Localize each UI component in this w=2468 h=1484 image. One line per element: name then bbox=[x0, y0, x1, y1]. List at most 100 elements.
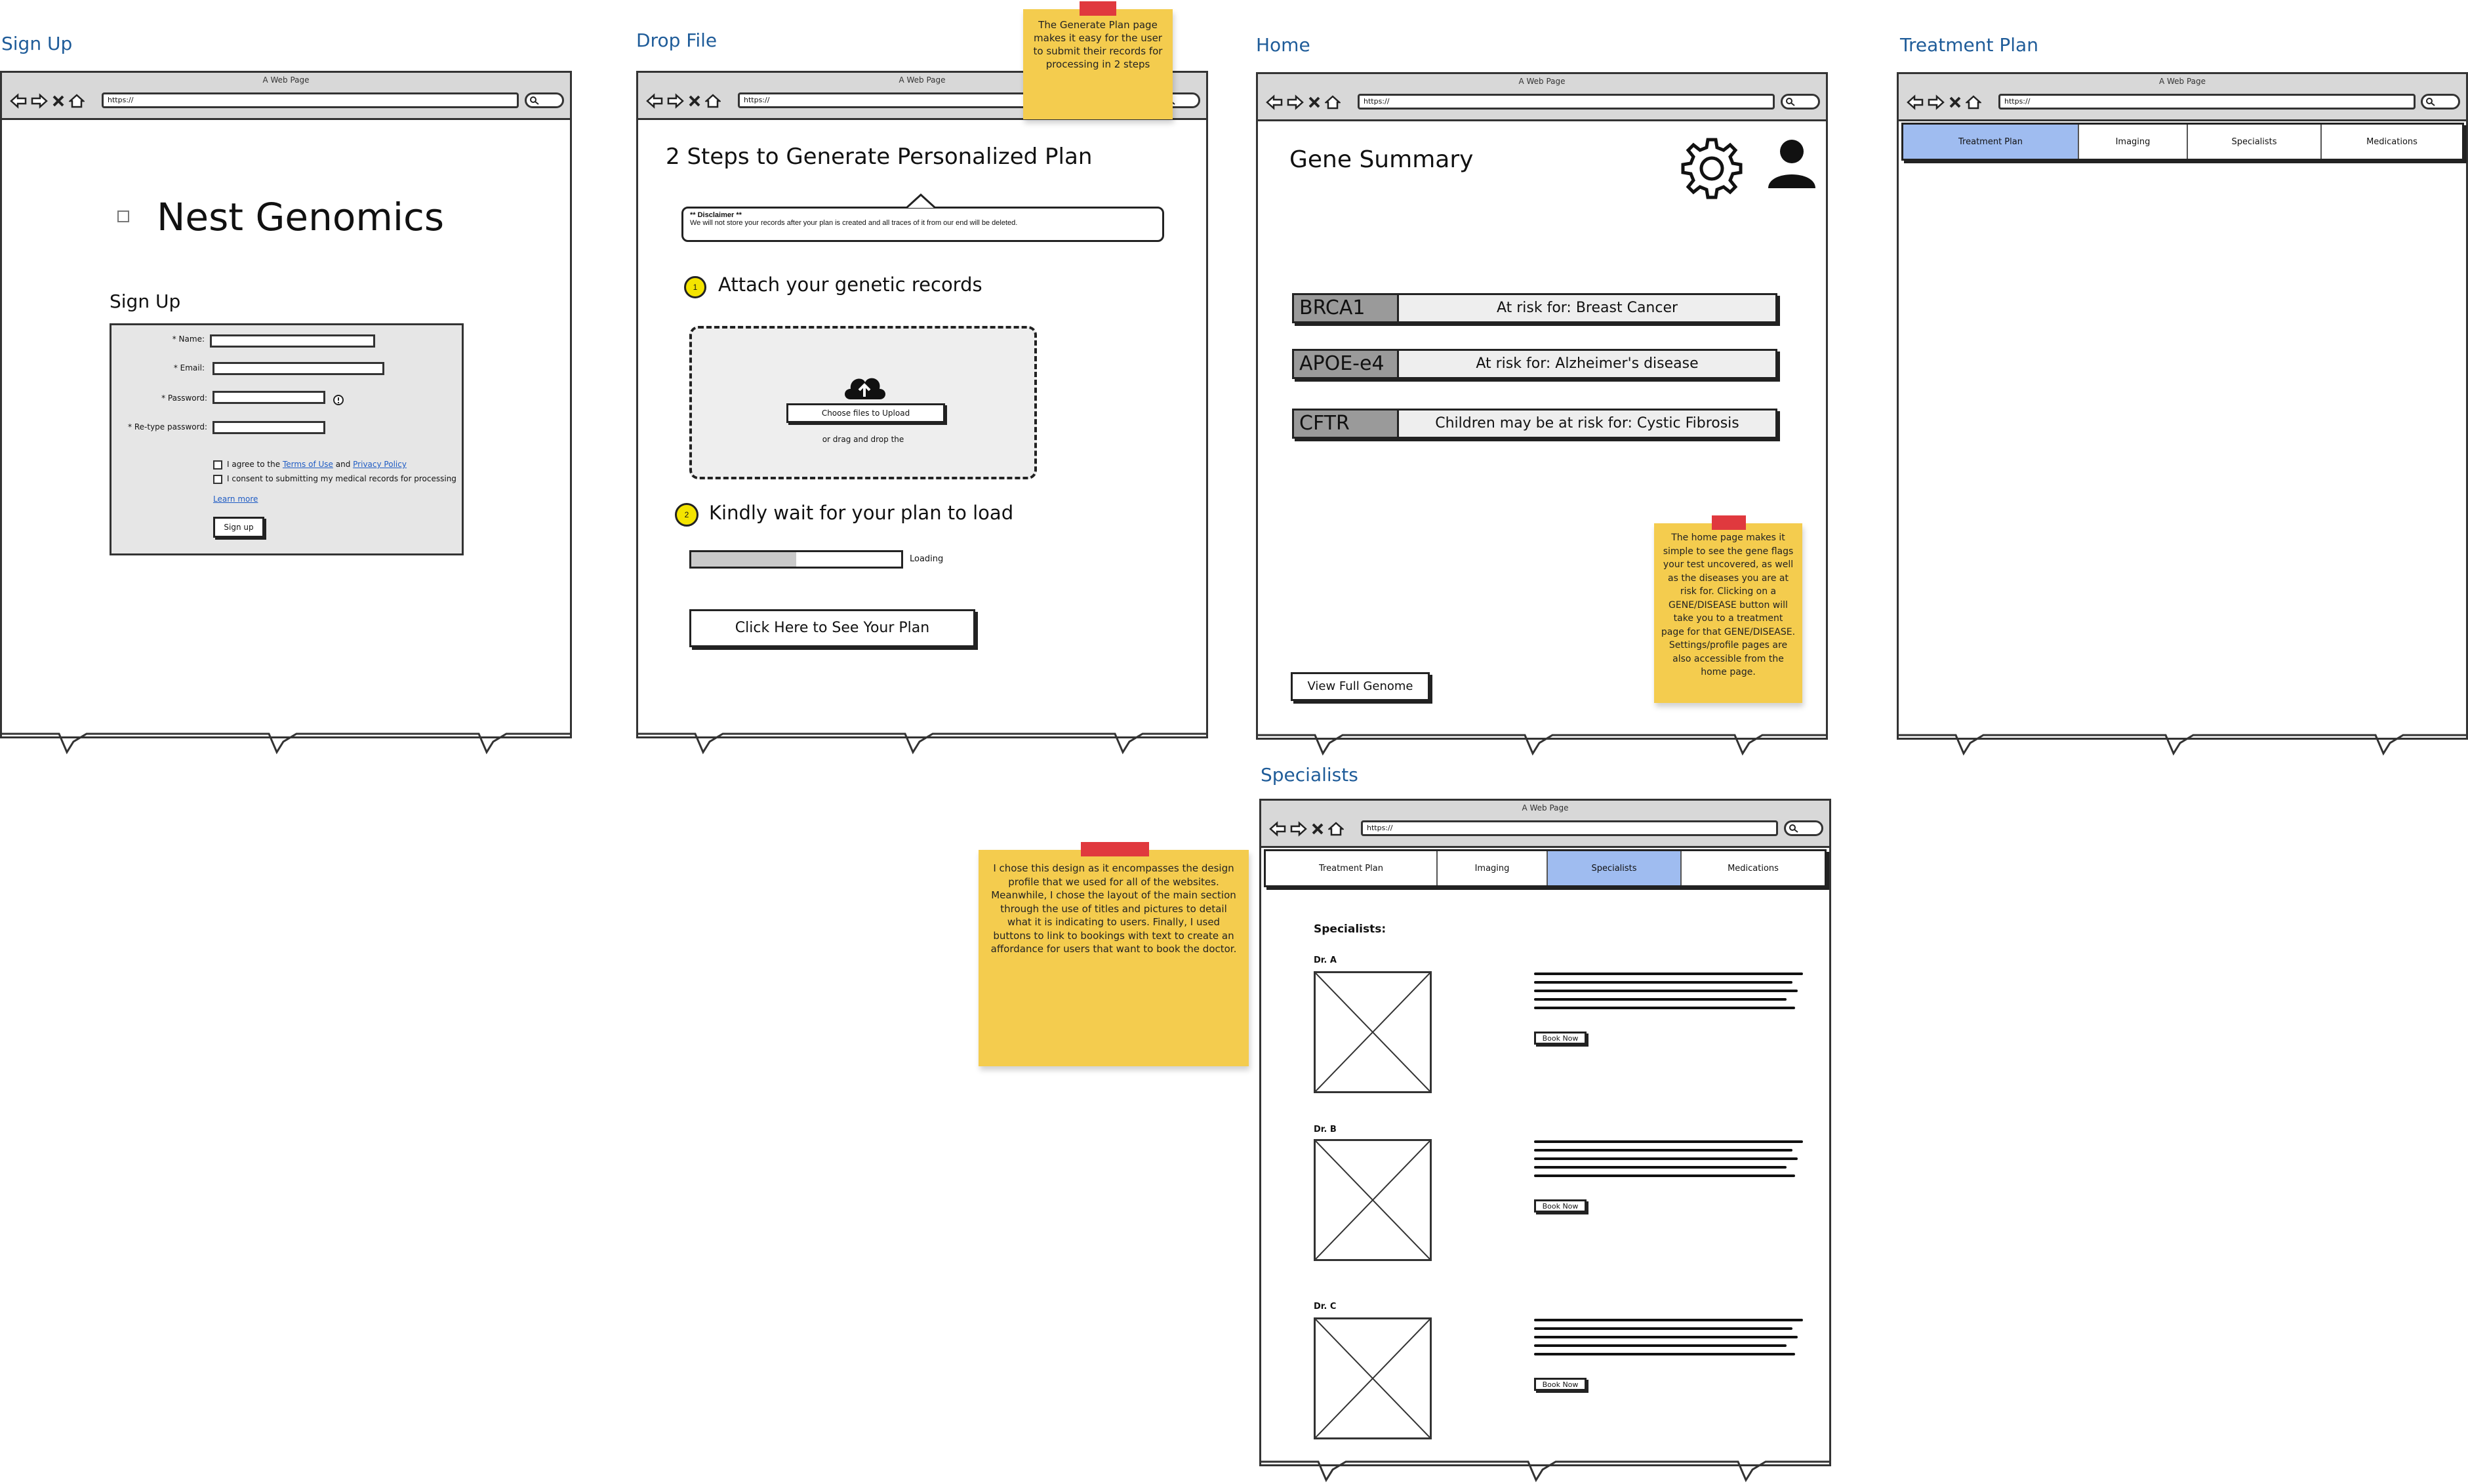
gene-button-apoe-e4[interactable]: APOE-e4 At risk for: Alzheimer's disease bbox=[1292, 349, 1777, 379]
home-icon[interactable] bbox=[69, 93, 85, 109]
dropfile-note-text: The Generate Plan page makes it easy for… bbox=[1033, 19, 1163, 70]
retype-password-field[interactable] bbox=[212, 421, 325, 434]
home-icon[interactable] bbox=[1966, 94, 1981, 110]
book-now-button[interactable]: Book Now bbox=[1534, 1199, 1587, 1213]
disclaimer-text: We will not store your records after you… bbox=[690, 219, 1018, 227]
terms-checkbox[interactable] bbox=[213, 460, 222, 470]
retype-password-label: * Re-type password: bbox=[128, 422, 207, 431]
window-title: A Web Page bbox=[1522, 803, 1569, 812]
user-profile-icon[interactable] bbox=[1766, 137, 1818, 190]
sticky-tape bbox=[1712, 515, 1746, 530]
search-button[interactable] bbox=[1784, 820, 1823, 836]
terms-prefix: I agree to the bbox=[227, 460, 281, 469]
doctor-bio-text bbox=[1534, 1140, 1803, 1183]
gene-name: BRCA1 bbox=[1294, 295, 1399, 321]
doctor-photo-placeholder bbox=[1314, 971, 1432, 1093]
name-label: * Name: bbox=[172, 334, 205, 344]
nav-icons bbox=[1266, 92, 1341, 112]
terms-and: and bbox=[335, 460, 351, 469]
close-icon[interactable] bbox=[1311, 821, 1324, 837]
drag-drop-text: or drag and drop the bbox=[822, 435, 904, 444]
forward-arrow-icon[interactable] bbox=[31, 93, 48, 109]
browser-titlebar: A Web Page https:// bbox=[2, 73, 570, 120]
step2-label: Kindly wait for your plan to load bbox=[709, 502, 1014, 524]
torn-edge bbox=[1256, 734, 1828, 756]
consent-text: I consent to submitting my medical recor… bbox=[227, 474, 456, 483]
disclaimer-title: ** Disclaimer ** bbox=[690, 211, 742, 219]
password-label: * Password: bbox=[161, 393, 207, 403]
search-icon bbox=[530, 96, 539, 105]
search-icon bbox=[1789, 824, 1798, 833]
cloud-upload-icon bbox=[845, 378, 885, 399]
name-field[interactable] bbox=[210, 334, 375, 348]
browser-titlebar: A Web Page https:// bbox=[1258, 74, 1826, 121]
back-arrow-icon[interactable] bbox=[1266, 94, 1283, 110]
see-plan-button[interactable]: Click Here to See Your Plan bbox=[689, 609, 975, 647]
gene-risk: At risk for: Alzheimer's disease bbox=[1476, 355, 1699, 372]
tab-imaging[interactable]: Imaging bbox=[1438, 851, 1548, 885]
forward-arrow-icon[interactable] bbox=[1287, 94, 1304, 110]
book-now-button[interactable]: Book Now bbox=[1534, 1378, 1587, 1391]
treatment-window: A Web Page https:// Treatment Plan Imagi… bbox=[1897, 72, 2468, 756]
doctor-photo-placeholder bbox=[1314, 1139, 1432, 1261]
url-bar[interactable]: https:// bbox=[1361, 820, 1778, 836]
tab-treatment-plan[interactable]: Treatment Plan bbox=[1266, 851, 1438, 885]
close-icon[interactable] bbox=[52, 93, 65, 109]
back-arrow-icon[interactable] bbox=[1907, 94, 1924, 110]
url-bar[interactable]: https:// bbox=[1998, 94, 2416, 110]
brand-title: Nest Genomics bbox=[157, 195, 445, 239]
view-full-genome-button[interactable]: View Full Genome bbox=[1291, 672, 1430, 701]
forward-arrow-icon[interactable] bbox=[667, 93, 684, 109]
dropfile-sticky-note: The Generate Plan page makes it easy for… bbox=[1023, 1, 1173, 119]
help-icon[interactable] bbox=[332, 393, 345, 407]
tab-medications[interactable]: Medications bbox=[2322, 125, 2462, 159]
learn-more-link[interactable]: Learn more bbox=[213, 494, 258, 504]
book-now-button[interactable]: Book Now bbox=[1534, 1032, 1587, 1045]
frame-label-specialists: Specialists bbox=[1261, 764, 1358, 786]
home-note-text: The home page makes it simple to see the… bbox=[1661, 532, 1796, 677]
tab-treatment-plan[interactable]: Treatment Plan bbox=[1903, 125, 2079, 159]
close-icon[interactable] bbox=[1949, 94, 1962, 110]
tab-medications[interactable]: Medications bbox=[1682, 851, 1825, 885]
browser-titlebar: A Web Page https:// bbox=[1261, 801, 1829, 848]
gene-button-brca1[interactable]: BRCA1 At risk for: Breast Cancer bbox=[1292, 293, 1777, 323]
search-button[interactable] bbox=[2421, 94, 2460, 110]
close-icon[interactable] bbox=[1308, 94, 1321, 110]
consent-checkbox[interactable] bbox=[213, 475, 222, 484]
signup-button[interactable]: Sign up bbox=[213, 517, 264, 538]
tab-bar: Treatment Plan Imaging Specialists Medic… bbox=[1264, 849, 1827, 887]
forward-arrow-icon[interactable] bbox=[1928, 94, 1945, 110]
dropfile-window: A Web Page https:// 2 Steps to Generate … bbox=[636, 71, 1208, 755]
home-icon[interactable] bbox=[1328, 821, 1344, 837]
password-field[interactable] bbox=[212, 391, 325, 404]
close-icon[interactable] bbox=[688, 93, 701, 109]
url-bar[interactable]: https:// bbox=[102, 92, 519, 108]
gear-icon[interactable] bbox=[1679, 136, 1745, 201]
frame-label-treatment: Treatment Plan bbox=[1900, 34, 2038, 56]
tab-specialists[interactable]: Specialists bbox=[2188, 125, 2322, 159]
gene-button-cftr[interactable]: CFTR Children may be at risk for: Cystic… bbox=[1292, 409, 1777, 439]
dropfile-title: 2 Steps to Generate Personalized Plan bbox=[666, 144, 1093, 170]
back-arrow-icon[interactable] bbox=[646, 93, 663, 109]
home-icon[interactable] bbox=[1325, 94, 1341, 110]
design-sticky-note: I chose this design as it encompasses th… bbox=[979, 842, 1249, 1066]
choose-files-button[interactable]: Choose files to Upload bbox=[786, 403, 945, 423]
gene-risk: Children may be at risk for: Cystic Fibr… bbox=[1435, 415, 1739, 431]
email-field[interactable] bbox=[212, 362, 384, 375]
frame-label-signup: Sign Up bbox=[1, 33, 73, 54]
home-icon[interactable] bbox=[705, 93, 721, 109]
back-arrow-icon[interactable] bbox=[10, 93, 27, 109]
search-icon bbox=[2426, 98, 2435, 106]
url-bar[interactable]: https:// bbox=[1358, 94, 1775, 110]
privacy-link[interactable]: Privacy Policy bbox=[353, 460, 407, 469]
search-button[interactable] bbox=[1781, 94, 1820, 110]
home-sticky-note: The home page makes it simple to see the… bbox=[1654, 515, 1802, 703]
nav-icons bbox=[10, 91, 85, 111]
upload-dropzone[interactable]: Choose files to Upload or drag and drop … bbox=[689, 326, 1037, 479]
tab-specialists[interactable]: Specialists bbox=[1548, 851, 1682, 885]
terms-link[interactable]: Terms of Use bbox=[283, 460, 333, 469]
search-button[interactable] bbox=[525, 92, 564, 108]
tab-imaging[interactable]: Imaging bbox=[2079, 125, 2188, 159]
forward-arrow-icon[interactable] bbox=[1290, 821, 1307, 837]
back-arrow-icon[interactable] bbox=[1269, 821, 1286, 837]
